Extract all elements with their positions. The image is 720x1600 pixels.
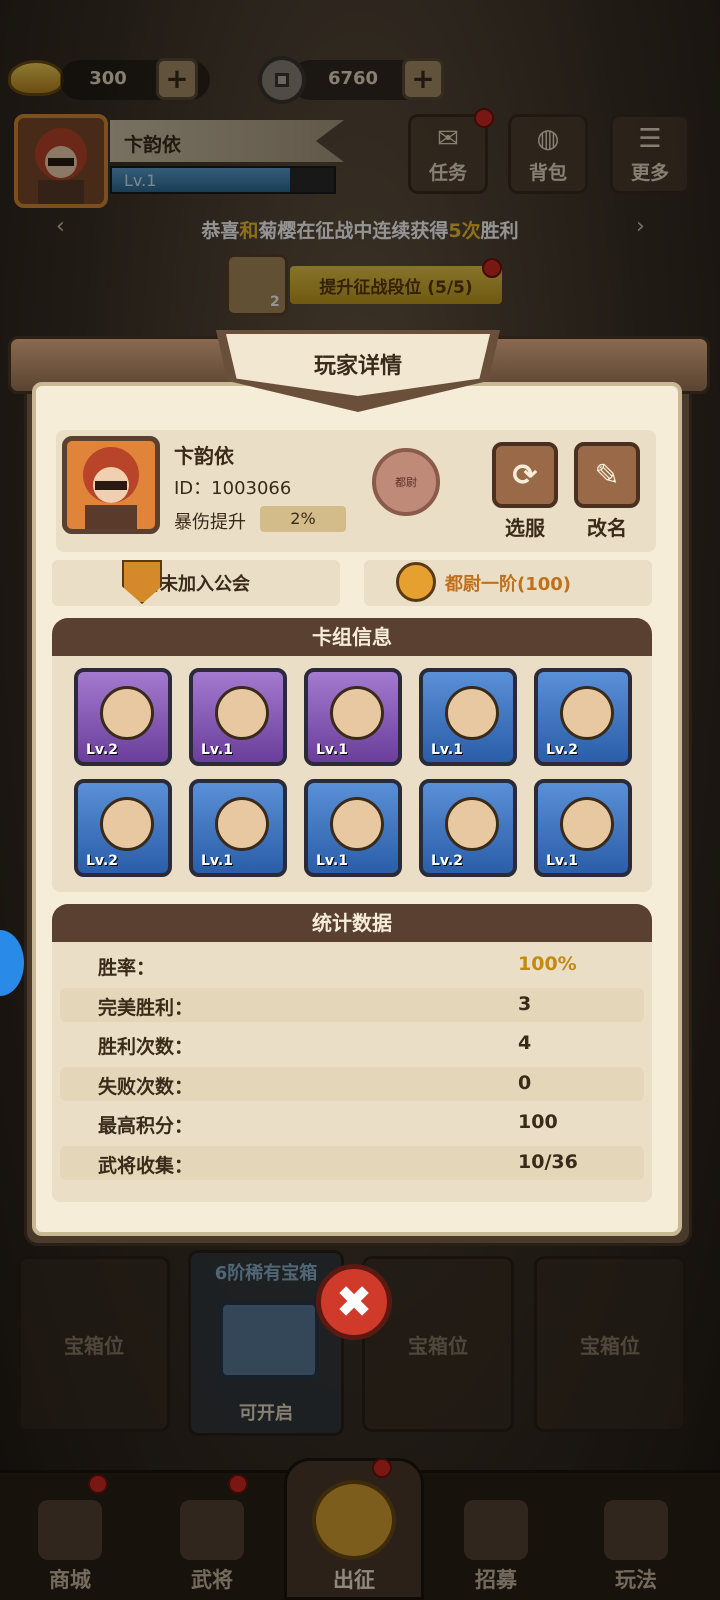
hero-card[interactable]: Lv.2 [74,779,172,877]
stat-row: 失败次数： 0 [60,1066,644,1101]
hero-card[interactable]: Lv.1 [304,779,402,877]
player-name: 卞韵依 [174,444,234,468]
rank-badge-icon: 都尉 [372,448,440,516]
hero-card[interactable]: Lv.1 [419,668,517,766]
modal-title: 玩家详情 [313,354,402,379]
stat-value: 10/36 [518,1150,578,1173]
hero-card[interactable]: Lv.2 [74,668,172,766]
crit-damage-label: 暴伤提升 [174,512,246,533]
hero-portrait-icon [330,797,384,851]
hero-level: Lv.1 [316,853,348,869]
player-detail-avatar [62,436,160,534]
stat-row: 武将收集： 10/36 [60,1145,644,1180]
hero-level: Lv.2 [86,853,118,869]
portrait-icon [83,447,139,529]
hero-portrait-icon [560,686,614,740]
select-server-label: 选服 [505,516,545,540]
hero-card[interactable]: Lv.2 [534,668,632,766]
rank-status-text: 都尉一阶(100) [444,574,572,595]
stat-row: 胜率： 100% [60,948,644,982]
player-id: ID：1003066 [174,478,292,499]
hero-portrait-icon [215,686,269,740]
hero-level: Lv.1 [316,742,348,758]
close-modal-button[interactable]: ✖ [316,1264,392,1340]
stat-value: 100% [518,953,577,975]
hero-level: Lv.1 [201,742,233,758]
pencil-icon: ✎ [594,457,620,493]
hero-portrait-icon [215,797,269,851]
deck-section-title: 卡组信息 [52,618,652,656]
stat-row: 胜利次数： 4 [60,1027,644,1061]
rename-button[interactable]: ✎ [574,442,640,508]
stat-label: 最高积分： [98,1115,194,1137]
select-server-button[interactable]: ⟳ [492,442,558,508]
hero-card[interactable]: Lv.1 [304,668,402,766]
rank-pouch-icon [396,562,436,602]
hero-portrait-icon [445,797,499,851]
stat-value: 3 [518,992,532,1015]
close-icon: ✖ [335,1276,373,1328]
rename-label: 改名 [587,516,627,540]
stat-label: 胜率： [98,957,156,979]
hero-portrait-icon [445,686,499,740]
stat-value: 0 [518,1071,532,1094]
hero-portrait-icon [560,797,614,851]
stats-section-title: 统计数据 [52,904,652,942]
stat-label: 武将收集： [98,1154,194,1177]
hero-level: Lv.1 [431,742,463,758]
stat-label: 完美胜利： [98,996,194,1019]
stat-row: 完美胜利： 3 [60,987,644,1022]
stat-row: 最高积分： 100 [60,1106,644,1140]
hero-portrait-icon [100,797,154,851]
hero-level: Lv.1 [201,853,233,869]
hero-level: Lv.2 [86,742,118,758]
crit-damage-value: 2% [260,506,346,532]
stat-label: 失败次数： [98,1075,194,1098]
hero-portrait-icon [100,686,154,740]
hero-level: Lv.1 [546,853,578,869]
hero-level: Lv.2 [431,853,463,869]
hero-level: Lv.2 [546,742,578,758]
hero-card[interactable]: Lv.1 [534,779,632,877]
stat-value: 4 [518,1032,532,1054]
rank-status: 都尉一阶(100) [364,560,652,606]
stat-label: 胜利次数： [98,1036,194,1058]
guild-shield-icon [122,560,162,604]
hero-card[interactable]: Lv.1 [189,668,287,766]
stat-value: 100 [518,1111,558,1133]
hero-portrait-icon [330,686,384,740]
refresh-icon: ⟳ [512,457,538,493]
hero-card[interactable]: Lv.1 [189,779,287,877]
guild-status: 暂未加入公会 [52,560,340,606]
hero-card[interactable]: Lv.2 [419,779,517,877]
